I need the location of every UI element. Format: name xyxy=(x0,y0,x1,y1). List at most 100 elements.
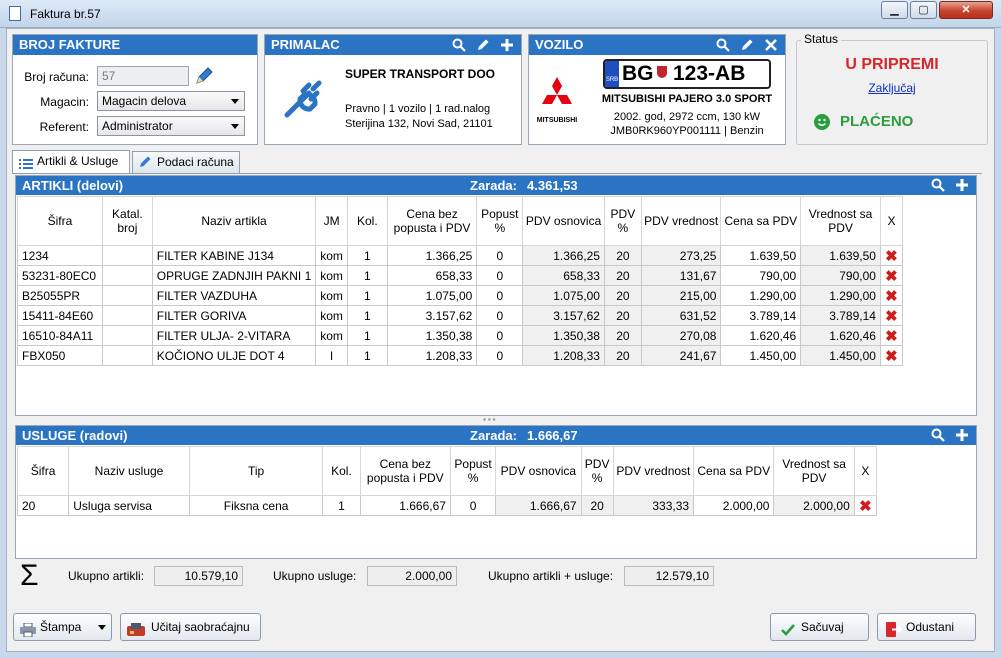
table-cell-popust[interactable]: 0 xyxy=(476,325,524,346)
table-cell-popust[interactable]: 0 xyxy=(476,285,524,306)
table-cell-pdv_vr[interactable]: 333,33 xyxy=(612,495,695,516)
table-cell-cena_pdv[interactable]: 1.290,00 xyxy=(720,285,802,306)
search-icon[interactable] xyxy=(930,426,946,443)
table-cell-popust[interactable]: 0 xyxy=(449,495,497,516)
table-cell-katal[interactable] xyxy=(101,325,153,346)
table-cell-cena_pdv[interactable]: 1.620,46 xyxy=(720,325,802,346)
table-cell-pdv_vr[interactable]: 273,25 xyxy=(640,245,722,266)
table-cell-cena[interactable]: 1.666,67 xyxy=(359,495,451,516)
table-cell-cena_pdv[interactable]: 1.450,00 xyxy=(720,345,802,366)
table-cell-katal[interactable] xyxy=(101,245,153,266)
table-cell-cena[interactable]: 1.075,00 xyxy=(386,285,478,306)
table-cell-osnovica[interactable]: 658,33 xyxy=(522,265,605,286)
table-cell-pdv_vr[interactable]: 215,00 xyxy=(640,285,722,306)
table-cell-popust[interactable]: 0 xyxy=(476,265,524,286)
table-cell-naziv[interactable]: FILTER GORIVA xyxy=(151,305,317,326)
table-cell-osnovica[interactable]: 1.350,38 xyxy=(522,325,605,346)
table-cell-sifra[interactable]: B25055PR xyxy=(17,285,103,306)
table-cell-pdv_vr[interactable]: 631,52 xyxy=(640,305,722,326)
close-window-button[interactable]: ✕ xyxy=(939,1,993,19)
odustani-button[interactable]: Odustani xyxy=(877,613,976,641)
magacin-select[interactable]: Magacin delova xyxy=(97,91,245,111)
table-cell-popust[interactable]: 0 xyxy=(476,345,524,366)
table-cell-pdv[interactable]: 20 xyxy=(603,285,642,306)
table-cell-kol[interactable]: 1 xyxy=(346,245,388,266)
table-cell-vrednost[interactable]: 1.620,46 xyxy=(800,325,881,346)
table-cell-tip[interactable]: Fiksna cena xyxy=(188,495,324,516)
table-cell-sifra[interactable]: 53231-80EC0 xyxy=(17,265,103,286)
table-row[interactable]: B25055PR FILTER VAZDUHA kom 1 1.075,00 0 1.075… xyxy=(17,285,904,306)
table-cell-cena[interactable]: 1.366,25 xyxy=(386,245,478,266)
ucitaj-saobracajnu-button[interactable]: Učitaj saobraćajnu xyxy=(120,613,261,641)
add-icon[interactable] xyxy=(954,426,970,443)
table-cell-pdv[interactable]: 20 xyxy=(603,245,642,266)
table-cell-osnovica[interactable]: 1.075,00 xyxy=(522,285,605,306)
tab-artikli-usluge[interactable]: Artikli & Usluge xyxy=(12,150,130,174)
table-cell-osnovica[interactable]: 3.157,62 xyxy=(522,305,605,326)
delete-row-icon[interactable]: ✖ xyxy=(879,265,904,286)
zakljucaj-link[interactable]: Zaključaj xyxy=(796,81,988,95)
table-cell-katal[interactable] xyxy=(101,265,153,286)
table-cell-vrednost[interactable]: 1.290,00 xyxy=(800,285,881,306)
splitter-handle[interactable]: ▪▪▪ xyxy=(483,416,513,424)
table-cell-osnovica[interactable]: 1.208,33 xyxy=(522,345,605,366)
table-cell-pdv_vr[interactable]: 241,67 xyxy=(640,345,722,366)
table-cell-vrednost[interactable]: 2.000,00 xyxy=(773,495,855,516)
edit-icon[interactable] xyxy=(739,36,755,53)
table-cell-kol[interactable]: 1 xyxy=(346,325,388,346)
stampa-button[interactable]: Štampa xyxy=(13,613,112,641)
table-cell-cena[interactable]: 658,33 xyxy=(386,265,478,286)
minimize-button[interactable]: ▁ xyxy=(881,1,908,19)
delete-row-icon[interactable]: ✖ xyxy=(853,495,878,516)
table-cell-jm[interactable]: kom xyxy=(315,245,348,266)
sacuvaj-button[interactable]: Sačuvaj xyxy=(770,613,869,641)
table-cell-kol[interactable]: 1 xyxy=(322,495,361,516)
table-cell-naziv[interactable]: FILTER VAZDUHA xyxy=(151,285,317,306)
table-cell-osnovica[interactable]: 1.366,25 xyxy=(522,245,605,266)
table-cell-naziv[interactable]: Usluga servisa xyxy=(68,495,190,516)
table-cell-sifra[interactable]: 16510-84A11 xyxy=(17,325,103,346)
delete-row-icon[interactable]: ✖ xyxy=(879,325,904,346)
table-cell-cena_pdv[interactable]: 790,00 xyxy=(720,265,802,286)
table-cell-vrednost[interactable]: 3.789,14 xyxy=(800,305,881,326)
table-cell-cena[interactable]: 1.208,33 xyxy=(386,345,478,366)
table-cell-pdv[interactable]: 20 xyxy=(603,345,642,366)
table-cell-cena[interactable]: 1.350,38 xyxy=(386,325,478,346)
search-icon[interactable] xyxy=(715,36,731,53)
table-cell-jm[interactable]: kom xyxy=(315,325,348,346)
add-icon[interactable] xyxy=(499,36,515,53)
dropdown-arrow-icon[interactable] xyxy=(98,625,106,630)
search-icon[interactable] xyxy=(451,36,467,53)
table-cell-katal[interactable] xyxy=(101,285,153,306)
table-cell-cena_pdv[interactable]: 2.000,00 xyxy=(693,495,775,516)
delete-row-icon[interactable]: ✖ xyxy=(879,245,904,266)
maximize-button[interactable]: ▢ xyxy=(910,1,937,19)
referent-select[interactable]: Administrator xyxy=(97,116,245,136)
table-cell-sifra[interactable]: 1234 xyxy=(17,245,103,266)
table-cell-naziv[interactable]: OPRUGE ZADNJIH PAKNI 1 xyxy=(151,265,317,286)
table-cell-cena_pdv[interactable]: 3.789,14 xyxy=(720,305,802,326)
table-cell-naziv[interactable]: KOČIONO ULJE DOT 4 xyxy=(151,345,317,366)
table-cell-jm[interactable]: kom xyxy=(315,285,348,306)
edit-icon[interactable] xyxy=(475,36,491,53)
table-cell-pdv_vr[interactable]: 131,67 xyxy=(640,265,722,286)
table-cell-pdv[interactable]: 20 xyxy=(580,495,614,516)
table-row[interactable]: 53231-80EC0 OPRUGE ZADNJIH PAKNI 1 kom 1 658… xyxy=(17,265,904,286)
table-cell-pdv[interactable]: 20 xyxy=(603,305,642,326)
table-cell-pdv[interactable]: 20 xyxy=(603,325,642,346)
table-cell-naziv[interactable]: FILTER ULJA- 2-VITARA xyxy=(151,325,317,346)
add-icon[interactable] xyxy=(954,176,970,193)
table-cell-kol[interactable]: 1 xyxy=(346,265,388,286)
table-cell-jm[interactable]: kom xyxy=(315,265,348,286)
table-cell-sifra[interactable]: FBX050 xyxy=(17,345,103,366)
table-cell-pdv[interactable]: 20 xyxy=(603,265,642,286)
table-cell-naziv[interactable]: FILTER KABINE J134 xyxy=(151,245,317,266)
table-cell-kol[interactable]: 1 xyxy=(346,305,388,326)
table-cell-cena_pdv[interactable]: 1.639,50 xyxy=(720,245,802,266)
table-cell-pdv_vr[interactable]: 270,08 xyxy=(640,325,722,346)
table-row[interactable]: 16510-84A11 FILTER ULJA- 2-VITARA kom 1 1.35… xyxy=(17,325,904,346)
table-row[interactable]: 1234 FILTER KABINE J134 kom 1 1.366,25 0 1.366… xyxy=(17,245,904,266)
table-cell-sifra[interactable]: 15411-84E60 xyxy=(17,305,103,326)
search-icon[interactable] xyxy=(930,176,946,193)
table-cell-katal[interactable] xyxy=(101,305,153,326)
